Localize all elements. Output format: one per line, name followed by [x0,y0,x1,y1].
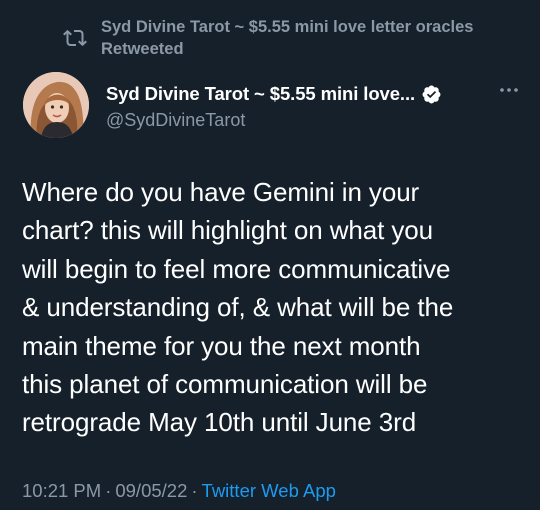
author-handle[interactable]: @SydDivineTarot [106,110,245,131]
meta-separator: · [105,480,112,501]
tweet-meta: 10:21 PM · 09/05/22 · Twitter Web App [22,480,336,502]
retweet-label: Syd Divine Tarot ~ $5.55 mini love lette… [101,18,474,58]
meta-separator: · [191,480,198,501]
author-name-row[interactable]: Syd Divine Tarot ~ $5.55 mini love... [106,83,442,105]
avatar-image [23,72,89,138]
tweet-date[interactable]: 09/05/22 [115,480,187,501]
tweet-header: Syd Divine Tarot ~ $5.55 mini love... @S… [23,72,520,142]
tweet-time[interactable]: 10:21 PM [22,480,101,501]
more-options-icon[interactable] [498,84,520,96]
tweet-source-link[interactable]: Twitter Web App [202,480,336,501]
author-display-name[interactable]: Syd Divine Tarot ~ $5.55 mini love... [106,83,415,105]
retweet-icon [63,29,87,47]
avatar[interactable] [23,72,89,138]
retweet-context[interactable]: Syd Divine Tarot ~ $5.55 mini love lette… [63,16,483,60]
tweet-text: Where do you have Gemini in your chart? … [22,177,454,438]
verified-badge-icon [422,85,441,103]
